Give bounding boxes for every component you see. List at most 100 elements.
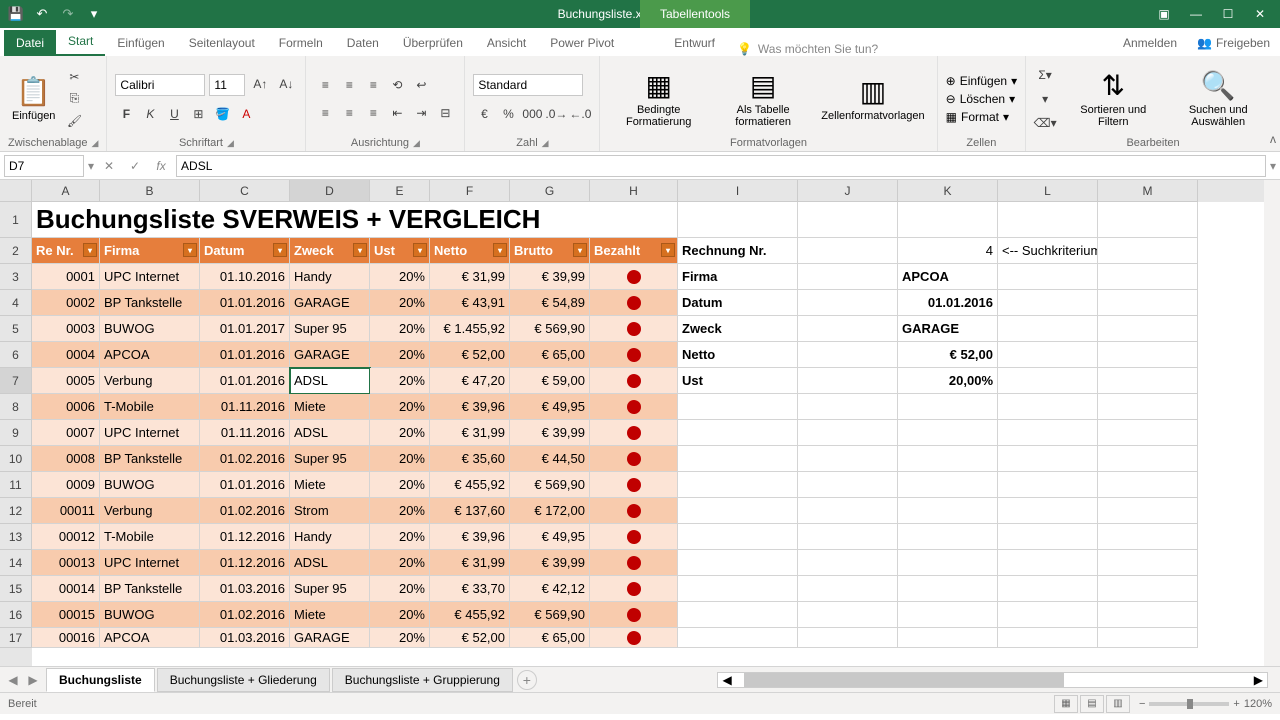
dialog-launcher-icon[interactable]: ◢	[92, 138, 99, 149]
cell-datum[interactable]: 01.11.2016	[200, 420, 290, 446]
empty-cell[interactable]	[1098, 628, 1198, 648]
empty-cell[interactable]	[1098, 316, 1198, 342]
empty-cell[interactable]	[1098, 264, 1198, 290]
align-top-icon[interactable]: ≡	[314, 75, 336, 95]
cell-brutto[interactable]: € 39,99	[510, 550, 590, 576]
empty-cell[interactable]	[998, 524, 1098, 550]
cell-renr[interactable]: 00015	[32, 602, 100, 628]
cell-bezahlt[interactable]	[590, 602, 678, 628]
cell-styles-button[interactable]: ▥Zellenformatvorlagen	[817, 73, 928, 124]
increase-decimal-icon[interactable]: .0→	[545, 104, 567, 124]
empty-cell[interactable]	[998, 290, 1098, 316]
cell-renr[interactable]: 0002	[32, 290, 100, 316]
border-button[interactable]: ⊞	[187, 104, 209, 124]
cell-bezahlt[interactable]	[590, 576, 678, 602]
redo-icon[interactable]: ↷	[56, 3, 80, 25]
minimize-icon[interactable]: —	[1180, 3, 1212, 25]
tab-entwurf[interactable]: Entwurf	[662, 30, 727, 56]
collapse-ribbon-icon[interactable]: ʌ	[1270, 132, 1276, 146]
cell-renr[interactable]: 00014	[32, 576, 100, 602]
cell-datum[interactable]: 01.01.2016	[200, 290, 290, 316]
column-header-F[interactable]: F	[430, 180, 510, 202]
empty-cell[interactable]	[798, 316, 898, 342]
cell-ust[interactable]: 20%	[370, 394, 430, 420]
cell-zweck[interactable]: GARAGE	[290, 342, 370, 368]
cell-firma[interactable]: BP Tankstelle	[100, 290, 200, 316]
row-header-17[interactable]: 17	[0, 628, 32, 648]
empty-cell[interactable]	[998, 472, 1098, 498]
empty-cell[interactable]	[798, 238, 898, 264]
cell-brutto[interactable]: € 49,95	[510, 524, 590, 550]
cell-bezahlt[interactable]	[590, 498, 678, 524]
empty-cell[interactable]	[998, 316, 1098, 342]
empty-cell[interactable]	[998, 498, 1098, 524]
cell-netto[interactable]: € 455,92	[430, 472, 510, 498]
cell-zweck[interactable]: Super 95	[290, 316, 370, 342]
cell-ust[interactable]: 20%	[370, 368, 430, 394]
dialog-launcher-icon[interactable]: ◢	[413, 138, 420, 149]
row-header-8[interactable]: 8	[0, 394, 32, 420]
empty-cell[interactable]	[798, 524, 898, 550]
empty-cell[interactable]	[798, 602, 898, 628]
cell-bezahlt[interactable]	[590, 264, 678, 290]
cell-netto[interactable]: € 47,20	[430, 368, 510, 394]
empty-cell[interactable]	[1098, 394, 1198, 420]
empty-cell[interactable]	[798, 628, 898, 648]
empty-cell[interactable]	[898, 524, 998, 550]
empty-cell[interactable]	[998, 368, 1098, 394]
cell-zweck[interactable]: Handy	[290, 264, 370, 290]
cell-renr[interactable]: 0009	[32, 472, 100, 498]
row-header-12[interactable]: 12	[0, 498, 32, 524]
filter-dropdown-icon[interactable]: ▾	[273, 243, 287, 257]
empty-cell[interactable]	[898, 628, 998, 648]
decrease-decimal-icon[interactable]: ←.0	[569, 104, 591, 124]
empty-cell[interactable]	[998, 264, 1098, 290]
dialog-launcher-icon[interactable]: ◢	[227, 138, 234, 149]
row-header-11[interactable]: 11	[0, 472, 32, 498]
row-header-3[interactable]: 3	[0, 264, 32, 290]
align-middle-icon[interactable]: ≡	[338, 75, 360, 95]
confirm-formula-icon[interactable]: ✓	[124, 155, 146, 177]
conditional-formatting-button[interactable]: ▦Bedingte Formatierung	[608, 67, 709, 130]
cell-firma[interactable]: BUWOG	[100, 316, 200, 342]
customize-qat-icon[interactable]: ▾	[82, 3, 106, 25]
empty-cell[interactable]	[798, 420, 898, 446]
align-bottom-icon[interactable]: ≡	[362, 75, 384, 95]
decrease-font-icon[interactable]: A↓	[275, 74, 297, 94]
find-select-button[interactable]: 🔍Suchen und Auswählen	[1164, 67, 1272, 130]
cell-bezahlt[interactable]	[590, 316, 678, 342]
sheet-nav-next-icon[interactable]: ▶	[24, 671, 42, 689]
cell-brutto[interactable]: € 59,00	[510, 368, 590, 394]
cell-renr[interactable]: 00012	[32, 524, 100, 550]
empty-cell[interactable]	[1098, 576, 1198, 602]
cell-datum[interactable]: 01.11.2016	[200, 394, 290, 420]
lookup-value[interactable]: 20,00%	[898, 368, 998, 394]
empty-cell[interactable]	[798, 202, 898, 238]
cell-bezahlt[interactable]	[590, 368, 678, 394]
cell-zweck[interactable]: ADSL	[290, 368, 370, 394]
cell-zweck[interactable]: ADSL	[290, 550, 370, 576]
empty-cell[interactable]	[898, 602, 998, 628]
font-color-button[interactable]: A	[235, 104, 257, 124]
cell-zweck[interactable]: GARAGE	[290, 628, 370, 648]
zoom-slider[interactable]	[1149, 702, 1229, 706]
cancel-formula-icon[interactable]: ✕	[98, 155, 120, 177]
column-header-D[interactable]: D	[290, 180, 370, 202]
empty-cell[interactable]	[998, 576, 1098, 602]
empty-cell[interactable]	[998, 420, 1098, 446]
cell-renr[interactable]: 0007	[32, 420, 100, 446]
sheet-tab-0[interactable]: Buchungsliste	[46, 668, 155, 692]
cell-ust[interactable]: 20%	[370, 342, 430, 368]
empty-cell[interactable]	[798, 290, 898, 316]
column-header-I[interactable]: I	[678, 180, 798, 202]
row-header-9[interactable]: 9	[0, 420, 32, 446]
cell-datum[interactable]: 01.03.2016	[200, 576, 290, 602]
cell-netto[interactable]: € 35,60	[430, 446, 510, 472]
underline-button[interactable]: U	[163, 104, 185, 124]
lookup-value[interactable]: GARAGE	[898, 316, 998, 342]
empty-cell[interactable]	[1098, 342, 1198, 368]
cell-ust[interactable]: 20%	[370, 472, 430, 498]
cell-firma[interactable]: T-Mobile	[100, 394, 200, 420]
tab-start[interactable]: Start	[56, 28, 105, 56]
cell-netto[interactable]: € 1.455,92	[430, 316, 510, 342]
